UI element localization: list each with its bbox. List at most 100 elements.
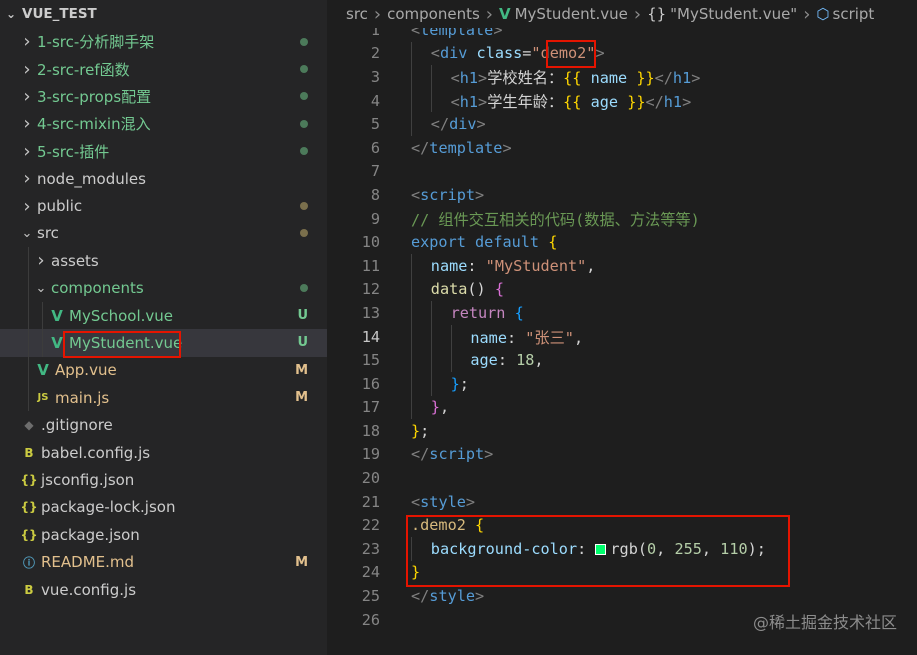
tree-item[interactable]: {} jsconfig.json bbox=[0, 466, 327, 493]
tree-item[interactable]: V MyStudent.vue U bbox=[0, 329, 327, 357]
code-line[interactable]: 5 </div> bbox=[327, 112, 917, 136]
code-token: , bbox=[586, 256, 596, 275]
breadcrumb-item[interactable]: script bbox=[833, 5, 875, 23]
tree-item[interactable]: › 5-src-插件 bbox=[0, 138, 327, 165]
code-line[interactable]: 14 name: "张三", bbox=[327, 324, 917, 349]
code-token: " bbox=[531, 44, 541, 63]
code-line[interactable]: 10 export default { bbox=[327, 230, 917, 254]
tree-item[interactable]: › assets bbox=[0, 247, 327, 275]
tree-item[interactable]: › 1-src-分析脚手架 bbox=[0, 28, 327, 55]
code-line[interactable]: 18}; bbox=[327, 419, 917, 443]
tree-item-label: 4-src-mixin混入 bbox=[37, 115, 151, 134]
code-line[interactable]: 11 name: "MyStudent", bbox=[327, 253, 917, 278]
code-token: style bbox=[429, 587, 476, 606]
code-line[interactable]: 23 background-color: rgb(0, 255, 110); bbox=[327, 537, 917, 561]
code-token: </ bbox=[411, 587, 430, 606]
tree-item[interactable]: › public bbox=[0, 192, 327, 219]
chevron-right-icon: › bbox=[803, 3, 811, 25]
tree-item-label: .gitignore bbox=[41, 416, 113, 435]
code-token: , bbox=[656, 539, 675, 558]
json-file-icon: {} bbox=[20, 500, 38, 515]
line-number: 19 bbox=[361, 445, 380, 464]
line-number: 9 bbox=[370, 209, 380, 228]
code-line[interactable]: 8 <script> bbox=[327, 183, 917, 207]
tree-item-label: node_modules bbox=[37, 169, 146, 188]
tree-item[interactable]: ⌄ src bbox=[0, 220, 327, 247]
chevron-down-icon[interactable]: ⌄ bbox=[34, 281, 48, 296]
chevron-right-icon[interactable]: › bbox=[20, 31, 34, 52]
code-line[interactable]: 21 <style> bbox=[327, 490, 917, 514]
code-token: , bbox=[573, 328, 584, 347]
code-content: data() { bbox=[431, 280, 504, 298]
code-line[interactable]: 9 // 组件交互相关的代码(数据、方法等等) bbox=[327, 207, 917, 231]
chevron-down-icon[interactable]: ⌄ bbox=[20, 226, 34, 241]
code-line[interactable]: 2 <div class="demo2"> bbox=[327, 41, 917, 66]
code-token: background-color bbox=[430, 539, 578, 558]
breadcrumb-item[interactable]: MyStudent.vue bbox=[515, 5, 628, 23]
tree-item[interactable]: › 4-src-mixin混入 bbox=[0, 110, 327, 137]
code-line[interactable]: 7 bbox=[327, 160, 917, 184]
code-token: default bbox=[475, 233, 540, 252]
breadcrumb-item[interactable]: components bbox=[387, 5, 480, 23]
chevron-right-icon[interactable]: › bbox=[20, 196, 34, 217]
tree-item[interactable]: V MySchool.vue U bbox=[0, 301, 327, 330]
code-token: > bbox=[478, 68, 488, 87]
code-content: </style> bbox=[411, 587, 484, 605]
code-content: } bbox=[411, 563, 420, 581]
explorer-project-header[interactable]: ⌄ VUE_TEST bbox=[0, 0, 327, 28]
code-line[interactable]: 25 </style> bbox=[327, 584, 917, 608]
chevron-right-icon[interactable]: › bbox=[20, 141, 34, 162]
tree-item[interactable]: › 2-src-ref函数 bbox=[0, 55, 327, 82]
babel-file-icon: B bbox=[24, 445, 34, 460]
code-line[interactable]: 12 data() { bbox=[327, 277, 917, 302]
tree-item[interactable]: › 3-src-props配置 bbox=[0, 83, 327, 110]
chevron-right-icon[interactable]: › bbox=[20, 59, 34, 80]
tree-item[interactable]: JS main.js M bbox=[0, 384, 327, 412]
code-token: age bbox=[470, 351, 498, 370]
tree-item[interactable]: ◆ .gitignore bbox=[0, 411, 327, 438]
code-line[interactable]: 6 </template> bbox=[327, 136, 917, 160]
code-token: () bbox=[467, 280, 495, 299]
code-line[interactable]: 15 age: 18, bbox=[327, 348, 917, 372]
code-line[interactable]: 13 return { bbox=[327, 301, 917, 325]
code-line[interactable]: 19 </script> bbox=[327, 443, 917, 467]
chevron-right-icon[interactable]: › bbox=[20, 113, 34, 134]
breadcrumb-item[interactable]: "MyStudent.vue" bbox=[670, 5, 797, 23]
code-token: h1 bbox=[459, 92, 479, 111]
code-token: ; bbox=[459, 374, 469, 393]
code-line[interactable]: 16}; bbox=[327, 371, 917, 396]
indent-guide bbox=[411, 253, 412, 278]
color-swatch[interactable] bbox=[595, 543, 607, 555]
code-content: export default { bbox=[411, 233, 557, 251]
tree-item[interactable]: ⌄ components bbox=[0, 274, 327, 302]
breadcrumb: src › components › V MyStudent.vue › {} "MyStude… bbox=[327, 0, 917, 28]
code-token: class bbox=[476, 44, 523, 63]
code-line[interactable]: 17}, bbox=[327, 395, 917, 420]
tree-item[interactable]: V App.vue M bbox=[0, 356, 327, 385]
tree-item[interactable]: {} package.json bbox=[0, 521, 327, 548]
code-line[interactable]: 22 .demo2 { bbox=[327, 513, 917, 537]
code-token: return bbox=[450, 303, 506, 322]
indent-guide bbox=[430, 88, 432, 113]
tree-item[interactable]: Bvue.config.js bbox=[0, 576, 327, 603]
code-line[interactable]: 4 <h1>学生年龄：{{ age }}</h1> bbox=[327, 88, 917, 113]
tree-item[interactable]: Bbabel.config.js bbox=[0, 439, 327, 466]
chevron-right-icon[interactable]: › bbox=[20, 168, 34, 189]
code-content: </script> bbox=[411, 445, 493, 463]
breadcrumb-item[interactable]: src bbox=[346, 5, 368, 23]
code-token: 学校姓名： bbox=[487, 68, 564, 87]
code-line[interactable]: 3 <h1>学校姓名：{{ name }}</h1> bbox=[327, 65, 917, 89]
code-content: name: "MyStudent", bbox=[431, 257, 596, 275]
tree-item[interactable]: › node_modules bbox=[0, 165, 327, 192]
chevron-right-icon[interactable]: › bbox=[20, 86, 34, 107]
tree-item[interactable]: ⓘ README.md M bbox=[0, 548, 327, 575]
code-line[interactable]: 24} bbox=[327, 561, 917, 585]
tree-item-label: main.js bbox=[55, 388, 110, 407]
tree-item[interactable]: {} package-lock.json bbox=[0, 494, 327, 521]
chevron-right-icon[interactable]: › bbox=[34, 250, 48, 271]
indent-guide bbox=[430, 301, 432, 325]
code-editor[interactable]: 1 <template> 2 <div class="demo2"> 3 <h1>学校姓名… bbox=[327, 0, 917, 655]
code-line[interactable]: 20 bbox=[327, 466, 917, 490]
